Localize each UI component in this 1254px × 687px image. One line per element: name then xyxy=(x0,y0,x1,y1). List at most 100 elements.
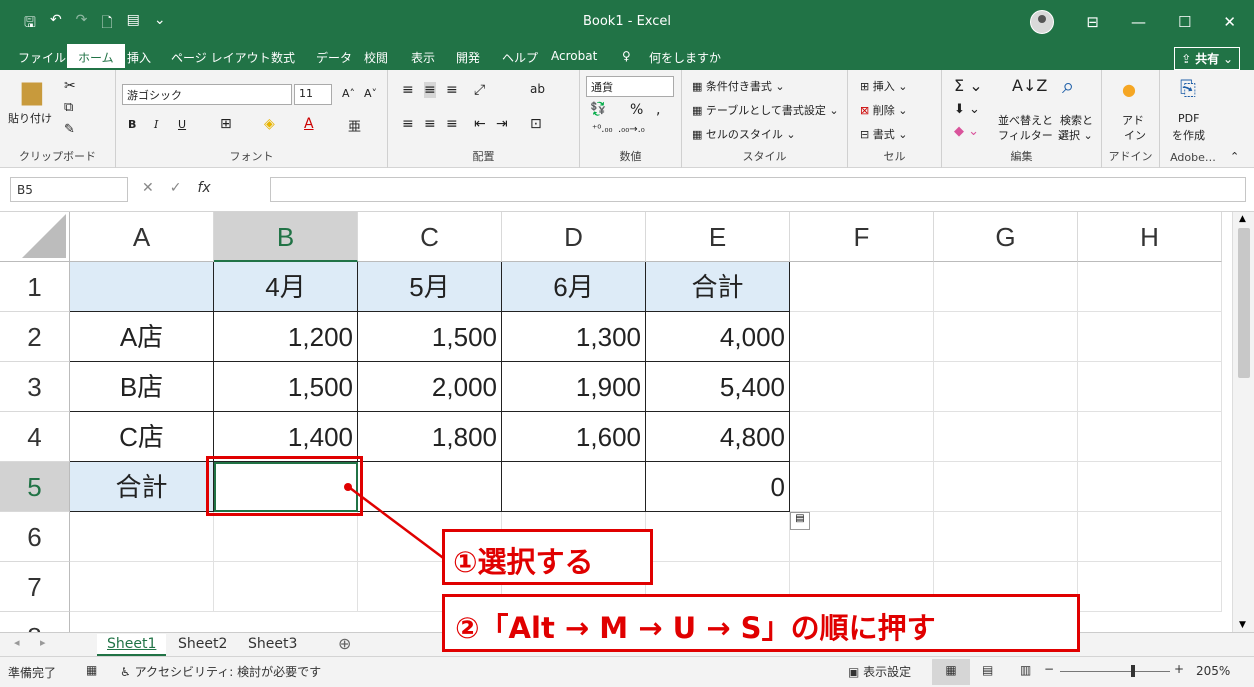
cancel-icon[interactable]: ✕ xyxy=(142,180,154,196)
phonetic-icon[interactable]: 亜 xyxy=(348,116,361,135)
cell-g6[interactable] xyxy=(934,512,1078,562)
zoom-slider[interactable] xyxy=(1060,671,1170,672)
number-format-dropdown[interactable]: 通貨 xyxy=(586,76,674,97)
cell-f6[interactable] xyxy=(790,512,934,562)
fill-icon[interactable]: ⬇ ⌄ xyxy=(954,102,980,117)
decrease-decimal-icon[interactable]: .₀₀→.₀ xyxy=(618,124,645,135)
cell-g4[interactable] xyxy=(934,412,1078,462)
align-right-icon[interactable]: ≡ xyxy=(446,116,458,132)
tell-me-search[interactable]: 何をしますか xyxy=(649,49,721,66)
cell-h7[interactable] xyxy=(1078,562,1222,612)
cell-c2[interactable]: 1,500 xyxy=(358,312,502,362)
tab-home[interactable]: ホーム xyxy=(67,44,125,70)
page-layout-view-icon[interactable]: ▤ xyxy=(982,663,993,677)
cell-a3[interactable]: B店 xyxy=(70,362,214,412)
insert-function-icon[interactable]: fx xyxy=(197,180,210,196)
sort-filter-button[interactable]: 並べ替えと xyxy=(998,112,1053,128)
cell-c1[interactable]: 5月 xyxy=(358,262,502,312)
row-header-7[interactable]: 7 xyxy=(0,562,70,612)
row-header-5[interactable]: 5 xyxy=(0,462,70,512)
cell-d2[interactable]: 1,300 xyxy=(502,312,646,362)
tab-help[interactable]: ヘルプ xyxy=(502,49,538,66)
zoom-level[interactable]: 205% xyxy=(1196,664,1230,678)
cut-icon[interactable]: ✂ xyxy=(64,78,76,94)
clear-icon[interactable]: ◆ ⌄ xyxy=(954,124,979,139)
cell-d3[interactable]: 1,900 xyxy=(502,362,646,412)
cell-f3[interactable] xyxy=(790,362,934,412)
wrap-text-icon[interactable]: ab xyxy=(530,82,545,96)
cell-h1[interactable] xyxy=(1078,262,1222,312)
fill-color-icon[interactable]: ◈ xyxy=(264,116,275,132)
row-header-3[interactable]: 3 xyxy=(0,362,70,412)
align-middle-icon[interactable]: ≡ xyxy=(424,82,436,98)
maximize-button[interactable]: ☐ xyxy=(1178,13,1191,31)
italic-button[interactable]: I xyxy=(154,118,158,131)
autosum-icon[interactable]: Σ ⌄ xyxy=(954,76,983,95)
decrease-indent-icon[interactable]: ⇤ xyxy=(474,116,486,132)
enter-icon[interactable]: ✓ xyxy=(170,180,182,196)
quick-analysis-icon[interactable]: ▤ xyxy=(790,512,810,530)
cell-f5[interactable] xyxy=(790,462,934,512)
zoom-out-icon[interactable]: − xyxy=(1044,662,1054,676)
cell-g1[interactable] xyxy=(934,262,1078,312)
column-header-h[interactable]: H xyxy=(1078,212,1222,262)
cell-b7[interactable] xyxy=(214,562,358,612)
orientation-icon[interactable]: ⤢ xyxy=(474,82,485,98)
grow-font-button[interactable]: A˄ xyxy=(342,87,355,100)
cell-e5[interactable]: 0 xyxy=(646,462,790,512)
sheet-nav-left-icon[interactable]: ◂ xyxy=(14,636,20,649)
cell-g3[interactable] xyxy=(934,362,1078,412)
cell-h6[interactable] xyxy=(1078,512,1222,562)
column-header-b[interactable]: B xyxy=(214,212,358,262)
cell-e3[interactable]: 5,400 xyxy=(646,362,790,412)
minimize-button[interactable]: — xyxy=(1131,13,1146,31)
cell-c5[interactable] xyxy=(358,462,502,512)
format-as-table-button[interactable]: ▦ テーブルとして書式設定 ⌄ xyxy=(692,102,839,118)
cell-g2[interactable] xyxy=(934,312,1078,362)
tab-file[interactable]: ファイル xyxy=(18,49,66,66)
font-name-dropdown[interactable]: 游ゴシック xyxy=(122,84,292,105)
create-pdf-button-2[interactable]: を作成 xyxy=(1172,127,1205,143)
cell-e4[interactable]: 4,800 xyxy=(646,412,790,462)
sheet-tab-3[interactable]: Sheet3 xyxy=(238,634,307,654)
cell-styles-button[interactable]: ▦ セルのスタイル ⌄ xyxy=(692,126,796,142)
row-header-1[interactable]: 1 xyxy=(0,262,70,312)
column-header-g[interactable]: G xyxy=(934,212,1078,262)
cell-d4[interactable]: 1,600 xyxy=(502,412,646,462)
cell-b3[interactable]: 1,500 xyxy=(214,362,358,412)
sheet-nav-right-icon[interactable]: ▸ xyxy=(40,636,46,649)
create-pdf-button[interactable]: PDF xyxy=(1178,112,1199,125)
macro-record-icon[interactable]: ▦ xyxy=(86,663,97,677)
cell-b1[interactable]: 4月 xyxy=(214,262,358,312)
cell-a2[interactable]: A店 xyxy=(70,312,214,362)
cell-a6[interactable] xyxy=(70,512,214,562)
cell-e2[interactable]: 4,000 xyxy=(646,312,790,362)
align-left-icon[interactable]: ≡ xyxy=(402,116,414,132)
cell-d1[interactable]: 6月 xyxy=(502,262,646,312)
accessibility-button[interactable]: ♿ アクセシビリティ: 検討が必要です xyxy=(120,663,321,680)
zoom-in-icon[interactable]: + xyxy=(1174,662,1184,676)
avatar[interactable] xyxy=(1030,10,1055,34)
cell-c3[interactable]: 2,000 xyxy=(358,362,502,412)
cell-a5[interactable]: 合計 xyxy=(70,462,214,512)
cell-a1[interactable] xyxy=(70,262,214,312)
insert-cells-button[interactable]: ⊞ 挿入 ⌄ xyxy=(860,78,907,94)
row-header-6[interactable]: 6 xyxy=(0,512,70,562)
tab-developer[interactable]: 開発 xyxy=(456,49,480,66)
share-button[interactable]: ⇪ 共有 ⌄ xyxy=(1174,47,1240,70)
percent-button[interactable]: % xyxy=(630,102,643,118)
shrink-font-button[interactable]: A˅ xyxy=(364,87,377,100)
cell-a7[interactable] xyxy=(70,562,214,612)
cell-b4[interactable]: 1,400 xyxy=(214,412,358,462)
close-button[interactable]: ✕ xyxy=(1223,13,1236,31)
border-icon[interactable]: ⊞ xyxy=(220,116,232,132)
sheet-tab-2[interactable]: Sheet2 xyxy=(168,634,237,654)
select-all-button[interactable] xyxy=(0,212,70,262)
font-size-dropdown[interactable]: 11 xyxy=(294,84,332,105)
cell-e1[interactable]: 合計 xyxy=(646,262,790,312)
addins-button[interactable]: アド xyxy=(1122,112,1144,128)
cell-h5[interactable] xyxy=(1078,462,1222,512)
sheet-tab-1[interactable]: Sheet1 xyxy=(97,634,167,656)
collapse-ribbon-icon[interactable]: ⌃ xyxy=(1230,150,1239,163)
merge-center-icon[interactable]: ⊡ xyxy=(530,116,542,132)
